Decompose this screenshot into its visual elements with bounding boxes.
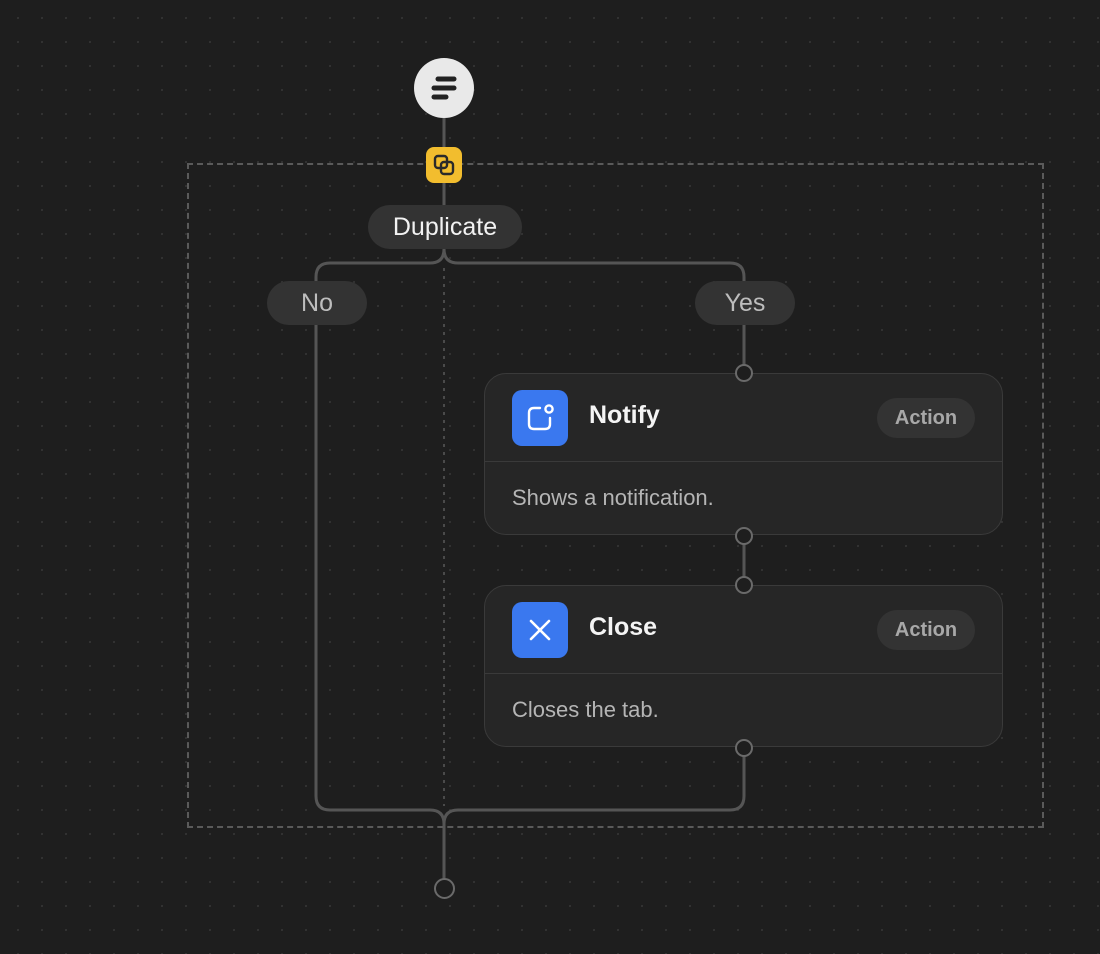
close-output-port[interactable]: [735, 739, 753, 757]
notify-input-port[interactable]: [735, 364, 753, 382]
card-header: Notify Action: [485, 374, 1002, 462]
action-badge: Action: [877, 610, 975, 650]
close-input-port[interactable]: [735, 576, 753, 594]
card-description: Closes the tab.: [512, 697, 659, 722]
notify-output-port[interactable]: [735, 527, 753, 545]
duplicate-icon: [433, 154, 455, 176]
card-title: Notify: [589, 401, 660, 429]
action-badge: Action: [877, 398, 975, 438]
duplicate-condition-node[interactable]: [426, 147, 462, 183]
notification-icon: [512, 390, 568, 446]
workflow-canvas[interactable]: Duplicate No Yes Notify Action Shows a n…: [0, 0, 1100, 954]
card-header: Close Action: [485, 586, 1002, 674]
condition-label[interactable]: Duplicate: [368, 205, 522, 249]
card-description: Shows a notification.: [512, 485, 714, 510]
flow-trigger-node[interactable]: [414, 58, 474, 118]
card-title: Close: [589, 613, 658, 641]
action-card-notify[interactable]: Notify Action Shows a notification.: [484, 373, 1003, 535]
flow-end-port[interactable]: [434, 878, 455, 899]
flow-trigger-icon: [431, 76, 457, 100]
action-card-close[interactable]: Close Action Closes the tab.: [484, 585, 1003, 747]
close-icon: [512, 602, 568, 658]
branch-yes-label[interactable]: Yes: [695, 281, 795, 325]
branch-no-label[interactable]: No: [267, 281, 367, 325]
